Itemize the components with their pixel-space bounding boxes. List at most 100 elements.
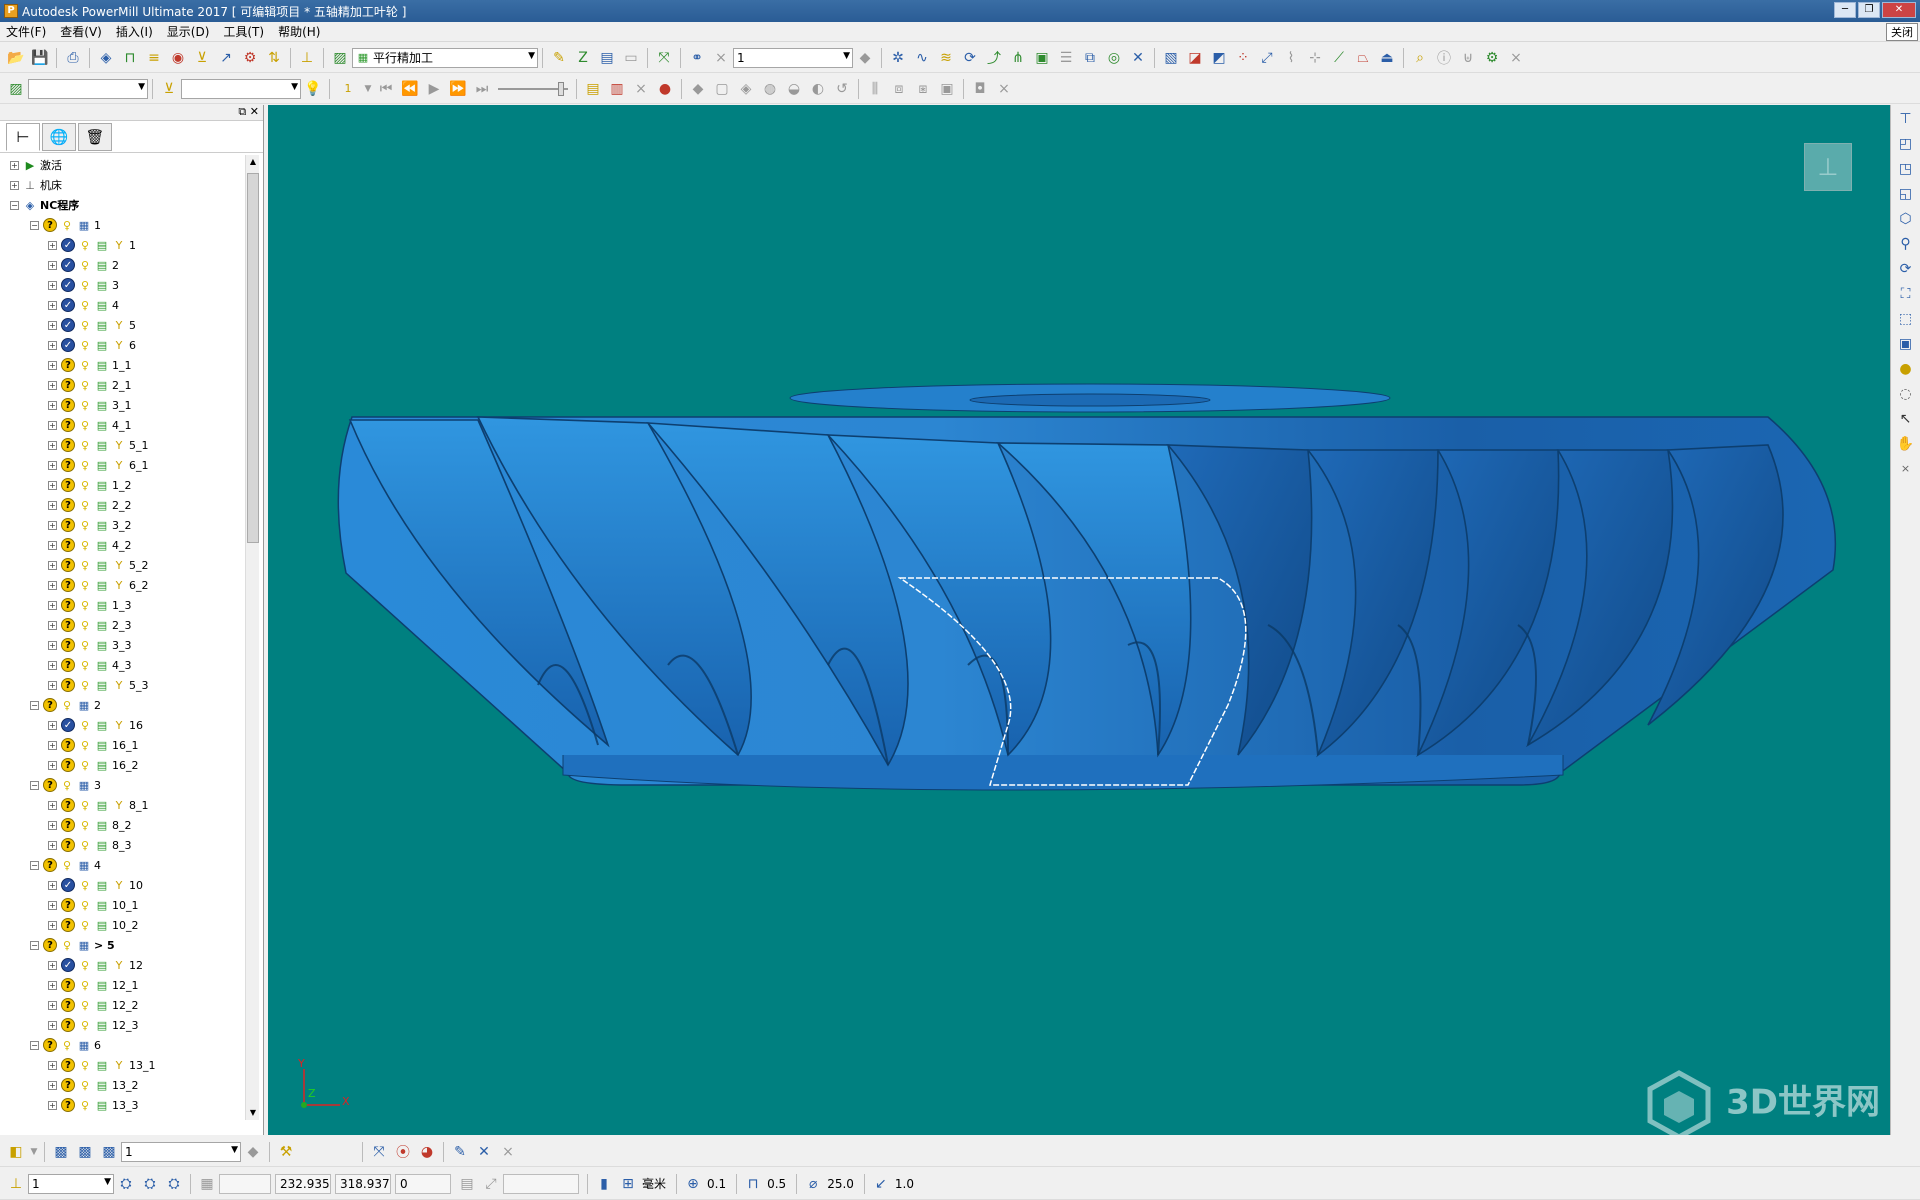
expand-toggle-icon[interactable]: + (48, 500, 57, 510)
toolbar-close-icon[interactable]: × (497, 1141, 519, 1163)
toolbar-close-icon[interactable]: × (993, 78, 1015, 100)
tab-globe[interactable]: 🌐 (42, 122, 76, 151)
explorer-scrollbar[interactable]: ▲ ▼ (245, 155, 259, 1120)
expand-toggle-icon[interactable]: + (48, 240, 57, 250)
step-icon[interactable]: 1 (335, 78, 361, 100)
visibility-bulb-icon[interactable]: ♀ (78, 538, 92, 552)
solid-icon[interactable]: ⏏ (1376, 47, 1398, 69)
toolpath-item[interactable]: +? ♀ ▤ 1_1 (0, 355, 244, 375)
toolpath-item[interactable]: +? ♀ ▤ 1_2 (0, 475, 244, 495)
visibility-bulb-icon[interactable]: ♀ (78, 1098, 92, 1112)
visibility-bulb-icon[interactable]: ♀ (78, 618, 92, 632)
view-iso-icon[interactable]: ⬡ (1895, 208, 1917, 230)
toolpath-item[interactable]: +? ♀ ▤ Y 5_1 (0, 435, 244, 455)
expand-toggle-icon[interactable]: + (48, 1080, 57, 1090)
visibility-bulb-icon[interactable]: ♀ (60, 938, 74, 952)
measure-icon[interactable]: ⊎ (1457, 47, 1479, 69)
merge-icon[interactable]: ▣ (1031, 47, 1053, 69)
check-icon[interactable]: ◎ (1103, 47, 1125, 69)
expand-toggle-icon[interactable]: + (48, 680, 57, 690)
align-icon-3[interactable]: ⛭ (163, 1173, 185, 1195)
close-window-button[interactable]: ✕ (1882, 2, 1916, 18)
tool-select-combo[interactable]: ▼ (181, 78, 301, 99)
toolpath-item[interactable]: +? ♀ ▤ 10_1 (0, 895, 244, 915)
nc-program-group[interactable]: −? ♀ ▦ 6 (0, 1035, 244, 1055)
axis-icon[interactable]: ⊹ (1304, 47, 1326, 69)
zoom-icon[interactable]: ⚲ (1895, 233, 1917, 255)
open-icon[interactable]: 📂 (5, 47, 27, 69)
impeller-model[interactable] (268, 105, 1890, 1135)
scroll-down-icon[interactable]: ▼ (246, 1106, 260, 1120)
toolpath-item[interactable]: +? ♀ ▤ 8_2 (0, 815, 244, 835)
graphics-viewport[interactable]: ⊥ Y Z X 3D世界网 (268, 105, 1890, 1135)
expand-toggle-icon[interactable]: + (48, 600, 57, 610)
curve-edit-icon[interactable]: ⤧ (368, 1141, 390, 1163)
expand-toggle-icon[interactable]: − (30, 700, 39, 710)
snap-icon[interactable]: ▤ (456, 1173, 478, 1195)
expand-toggle-icon[interactable]: + (48, 340, 57, 350)
speed-slider[interactable] (498, 79, 568, 99)
toolpath-select-icon[interactable]: ▨ (5, 78, 27, 100)
visibility-bulb-icon[interactable]: ♀ (78, 878, 92, 892)
level-combo[interactable]: 1 ▼ (121, 1141, 241, 1162)
toolpath-item[interactable]: +? ♀ ▤ 2_2 (0, 495, 244, 515)
expand-toggle-icon[interactable]: + (10, 160, 19, 170)
expand-toggle-icon[interactable]: + (48, 1060, 57, 1070)
feature-icon[interactable]: ◉ (167, 47, 189, 69)
sim-stop-panel-icon[interactable]: ▥ (606, 78, 628, 100)
visibility-bulb-icon[interactable]: ♀ (78, 978, 92, 992)
toolpath-item[interactable]: + ✓ ♀ ▤ Y 10 (0, 875, 244, 895)
block-icon[interactable]: ◈ (95, 47, 117, 69)
toolpath-item[interactable]: + ✓ ♀ ▤ Y 6 (0, 335, 244, 355)
nc-program-group[interactable]: −? ♀ ▦ 4 (0, 855, 244, 875)
toolbar-close-icon[interactable]: × (1505, 47, 1527, 69)
search-icon[interactable]: ⌕ (1409, 47, 1431, 69)
menu-display[interactable]: 显示(D) (167, 23, 210, 40)
nc-program-group[interactable]: −? ♀ ▦ 3 (0, 775, 244, 795)
draft-icon[interactable]: ◪ (1184, 47, 1206, 69)
visibility-bulb-icon[interactable]: ♀ (60, 778, 74, 792)
print-icon[interactable]: ⎙ (62, 47, 84, 69)
toolpath-item[interactable]: +? ♀ ▤ 1_3 (0, 595, 244, 615)
expand-toggle-icon[interactable]: + (48, 980, 57, 990)
toolpath-item[interactable]: +? ♀ ▤ Y 13_1 (0, 1055, 244, 1075)
visibility-bulb-icon[interactable]: ♀ (78, 898, 92, 912)
expand-toggle-icon[interactable]: + (48, 540, 57, 550)
bulb-icon[interactable]: 💡 (302, 78, 324, 100)
limit-icon[interactable]: ⤴ (983, 47, 1005, 69)
visibility-bulb-icon[interactable]: ♀ (78, 738, 92, 752)
expand-toggle-icon[interactable]: + (48, 400, 57, 410)
toolpath-item[interactable]: +? ♀ ▤ 3_2 (0, 515, 244, 535)
zoom-box-icon[interactable]: ⬚ (1895, 308, 1917, 330)
toolpath-item[interactable]: +? ♀ ▤ 12_1 (0, 975, 244, 995)
binoculars-icon[interactable]: ⚭ (686, 47, 708, 69)
selection-icon-1[interactable]: ▩ (50, 1141, 72, 1163)
chevron-down-icon[interactable]: ▼ (363, 78, 373, 100)
toolpath-item[interactable]: +? ♀ ▤ Y 5_2 (0, 555, 244, 575)
play-icon[interactable]: ▶ (423, 78, 445, 100)
visibility-bulb-icon[interactable]: ♀ (78, 918, 92, 932)
expand-toggle-icon[interactable]: + (48, 280, 57, 290)
selection-icon-3[interactable]: ▩ (98, 1141, 120, 1163)
toolpath-item[interactable]: +? ♀ ▤ Y 6_1 (0, 455, 244, 475)
verify-icon[interactable]: Z (572, 47, 594, 69)
toolpath-item[interactable]: +? ♀ ▤ 4_2 (0, 535, 244, 555)
expand-toggle-icon[interactable]: + (48, 320, 57, 330)
expand-toggle-icon[interactable]: + (48, 640, 57, 650)
level-icon[interactable]: ◧ (5, 1141, 27, 1163)
selection-icon-2[interactable]: ▩ (74, 1141, 96, 1163)
save-icon[interactable]: 💾 (29, 47, 51, 69)
expand-toggle-icon[interactable]: + (48, 560, 57, 570)
toolpath-item[interactable]: +? ♀ ▤ 10_2 (0, 915, 244, 935)
tree-item-nc-programs[interactable]: − ◈ NC程序 (0, 195, 244, 215)
shade-icon[interactable]: ▧ (1160, 47, 1182, 69)
toolpath-strategy-icon[interactable]: ▨ (329, 47, 351, 69)
align-icon-2[interactable]: ⛭ (139, 1173, 161, 1195)
expand-toggle-icon[interactable]: + (48, 1100, 57, 1110)
expand-toggle-icon[interactable]: + (48, 760, 57, 770)
restore-button[interactable]: ❐ (1858, 2, 1880, 18)
expand-toggle-icon[interactable]: + (48, 300, 57, 310)
spin-icon[interactable]: ✲ (887, 47, 909, 69)
chevron-down-icon[interactable]: ▼ (29, 1141, 39, 1163)
pencil-icon[interactable]: ✎ (449, 1141, 471, 1163)
